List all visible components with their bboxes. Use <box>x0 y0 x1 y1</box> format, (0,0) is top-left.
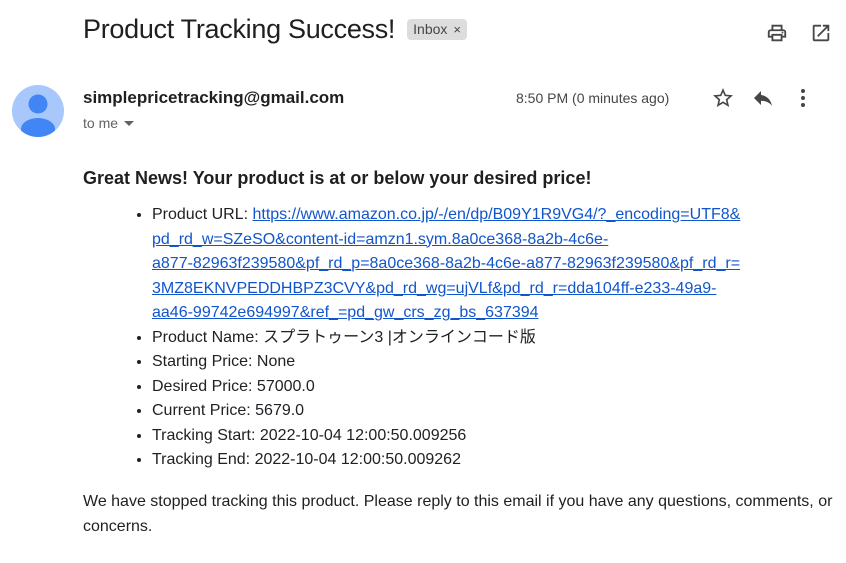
email-timestamp: 8:50 PM (0 minutes ago) <box>516 90 670 106</box>
product-url-link[interactable]: https://www.amazon.co.jp/-/en/dp/B09Y1R9… <box>152 206 740 321</box>
url-segment: pd_rd_w=SZeSO&content-id=amzn1.sym.8a0ce… <box>152 230 609 248</box>
list-item: Starting Price: None <box>152 350 835 375</box>
url-segment: https://www.amazon.co.jp/-/en/dp/B09Y1R9… <box>252 206 741 223</box>
sender-address[interactable]: simplepricetracking@gmail.com <box>83 88 344 108</box>
email-body: Great News! Your product is at or below … <box>83 168 835 539</box>
email-header: Product Tracking Success! Inbox × <box>83 14 467 45</box>
remove-label-icon[interactable]: × <box>453 22 461 37</box>
thread-toolbar <box>764 20 834 46</box>
recipient-line[interactable]: to me <box>83 115 135 131</box>
url-segment: aa46-99742e694997&ref_=pd_gw_crs_zg_bs_6… <box>152 304 539 321</box>
list-item: Product Name: スプラトゥーン3 |オンラインコード版 <box>152 326 835 351</box>
star-icon[interactable] <box>709 84 737 112</box>
list-item: Tracking Start: 2022-10-04 12:00:50.0092… <box>152 424 835 449</box>
inbox-label-chip[interactable]: Inbox × <box>407 19 467 40</box>
recipient-text: to me <box>83 115 119 131</box>
message-actions <box>709 84 817 112</box>
product-details-list: Product URL: https://www.amazon.co.jp/-/… <box>83 203 835 473</box>
email-headline: Great News! Your product is at or below … <box>83 168 592 188</box>
avatar-person-icon <box>12 85 64 137</box>
open-in-new-icon[interactable] <box>808 20 834 46</box>
list-item: Desired Price: 57000.0 <box>152 375 835 400</box>
more-vert-icon[interactable] <box>789 84 817 112</box>
list-item: Tracking End: 2022-10-04 12:00:50.009262 <box>152 448 835 473</box>
email-subject: Product Tracking Success! <box>83 14 396 44</box>
list-item: Product URL: https://www.amazon.co.jp/-/… <box>152 203 835 326</box>
chevron-down-icon[interactable] <box>124 120 135 126</box>
label-text: Inbox <box>413 21 448 37</box>
product-url-label: Product URL: <box>152 206 253 223</box>
closing-paragraph: We have stopped tracking this product. P… <box>83 492 833 535</box>
url-segment: 3MZ8EKNVPEDDHBPZ3CVY&pd_rd_wg=ujVLf&pd_r… <box>152 279 717 297</box>
reply-icon[interactable] <box>749 84 777 112</box>
print-icon[interactable] <box>764 20 790 46</box>
url-segment: a877-82963f239580&pf_rd_p=8a0ce368-8a2b-… <box>152 255 741 272</box>
list-item: Current Price: 5679.0 <box>152 399 835 424</box>
